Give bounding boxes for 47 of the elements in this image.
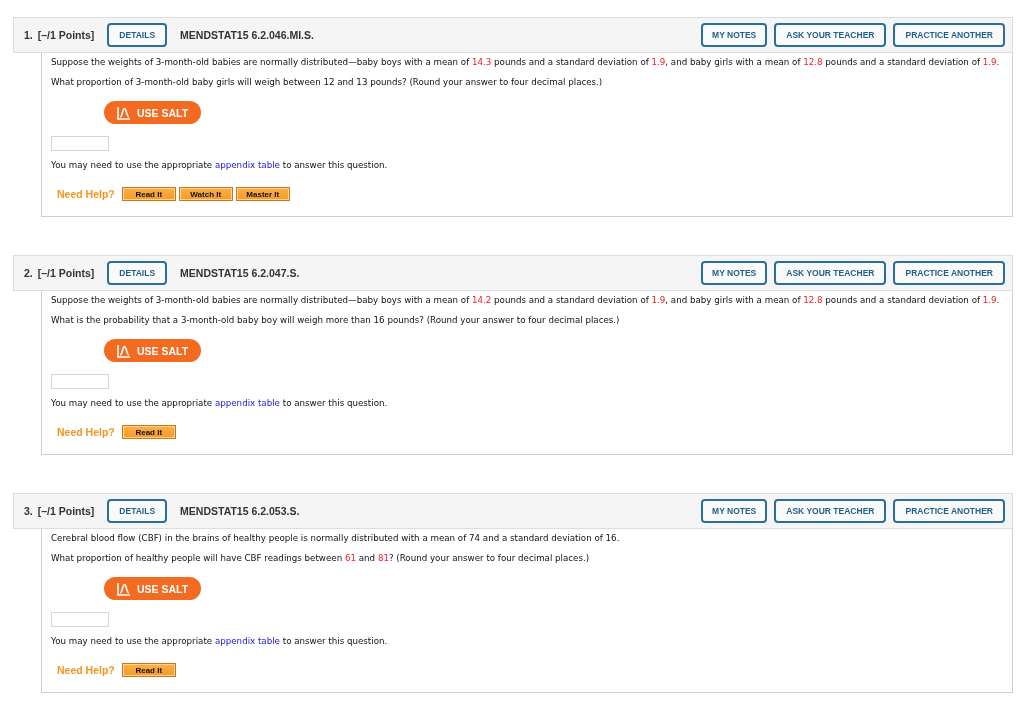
question-code: MENDSTAT15 6.2.046.MI.S. <box>180 29 314 41</box>
header-action-button[interactable]: PRACTICE ANOTHER <box>893 23 1005 47</box>
header-action-button[interactable]: ASK YOUR TEACHER <box>774 499 887 523</box>
appendix-note-text: You may need to use the appropriate appendix table to answer this question. <box>51 635 388 647</box>
points-label: [–/1 Points] <box>37 267 95 279</box>
question-text: Suppose the weights of 3-month-old babies are normally distributed—baby boys with a mean of 14.3 pounds and a standard deviation of 1.9, and baby girls with a mean of 12.8 pounds and a standard deviation of 1.9. <box>51 56 1000 68</box>
answer-input-field[interactable] <box>51 612 109 627</box>
header-action-button[interactable]: MY NOTES <box>701 499 768 523</box>
appendix-table-link[interactable]: appendix table <box>214 398 280 408</box>
question-code: MENDSTAT15 6.2.047.S. <box>180 267 300 279</box>
header-action-button[interactable]: MY NOTES <box>701 23 768 47</box>
help-resource-button[interactable]: Read It <box>121 425 176 439</box>
question-text: What is the probability that a 3-month-old baby boy will weigh more than 16 pounds? (Round your answer to four decimal places.) <box>51 314 620 326</box>
help-resource-button[interactable]: Read It <box>121 663 176 677</box>
details-button[interactable]: DETAILS <box>107 261 168 285</box>
bell-curve-icon <box>116 105 131 120</box>
appendix-note-text: You may need to use the appropriate appendix table to answer this question. <box>51 159 388 171</box>
question-number: 2. <box>24 267 33 279</box>
bell-curve-icon <box>116 343 131 358</box>
points-label: [–/1 Points] <box>37 505 95 517</box>
header-action-button[interactable]: PRACTICE ANOTHER <box>893 261 1005 285</box>
question-text: What proportion of 3-month-old baby girls will weigh between 12 and 13 pounds? (Round your answer to four decimal places.) <box>51 76 603 88</box>
details-button[interactable]: DETAILS <box>107 499 168 523</box>
question-code: MENDSTAT15 6.2.053.S. <box>180 505 300 517</box>
help-resource-button[interactable]: Read It <box>121 187 176 201</box>
appendix-table-link[interactable]: appendix table <box>214 160 280 170</box>
need-help-label: Need Help? <box>57 664 115 676</box>
question-text: What proportion of healthy people will have CBF readings between 61 and 81? (Round your answer to four decimal places.) <box>51 552 590 564</box>
need-help-label: Need Help? <box>57 426 115 438</box>
need-help-label: Need Help? <box>57 188 115 200</box>
header-action-button[interactable]: ASK YOUR TEACHER <box>774 261 887 285</box>
answer-input-field[interactable] <box>51 374 109 389</box>
header-action-button[interactable]: MY NOTES <box>701 261 768 285</box>
bell-curve-icon <box>116 581 131 596</box>
question-text: Cerebral blood flow (CBF) in the brains of healthy people is normally distributed with a mean of 74 and a standard deviation of 16. <box>51 532 620 544</box>
points-label: [–/1 Points] <box>37 29 95 41</box>
help-resource-button[interactable]: Master It <box>235 187 290 201</box>
answer-input-field[interactable] <box>51 136 109 151</box>
details-button[interactable]: DETAILS <box>107 23 168 47</box>
header-action-button[interactable]: ASK YOUR TEACHER <box>774 23 887 47</box>
question-number: 1. <box>24 29 33 41</box>
help-resource-button[interactable]: Watch It <box>178 187 233 201</box>
appendix-note-text: You may need to use the appropriate appendix table to answer this question. <box>51 397 388 409</box>
question-number: 3. <box>24 505 33 517</box>
header-action-button[interactable]: PRACTICE ANOTHER <box>893 499 1005 523</box>
question-text: Suppose the weights of 3-month-old babies are normally distributed—baby boys with a mean of 14.2 pounds and a standard deviation of 1.9, and baby girls with a mean of 12.8 pounds and a standard deviation of 1.9. <box>51 294 1000 306</box>
appendix-table-link[interactable]: appendix table <box>214 636 280 646</box>
